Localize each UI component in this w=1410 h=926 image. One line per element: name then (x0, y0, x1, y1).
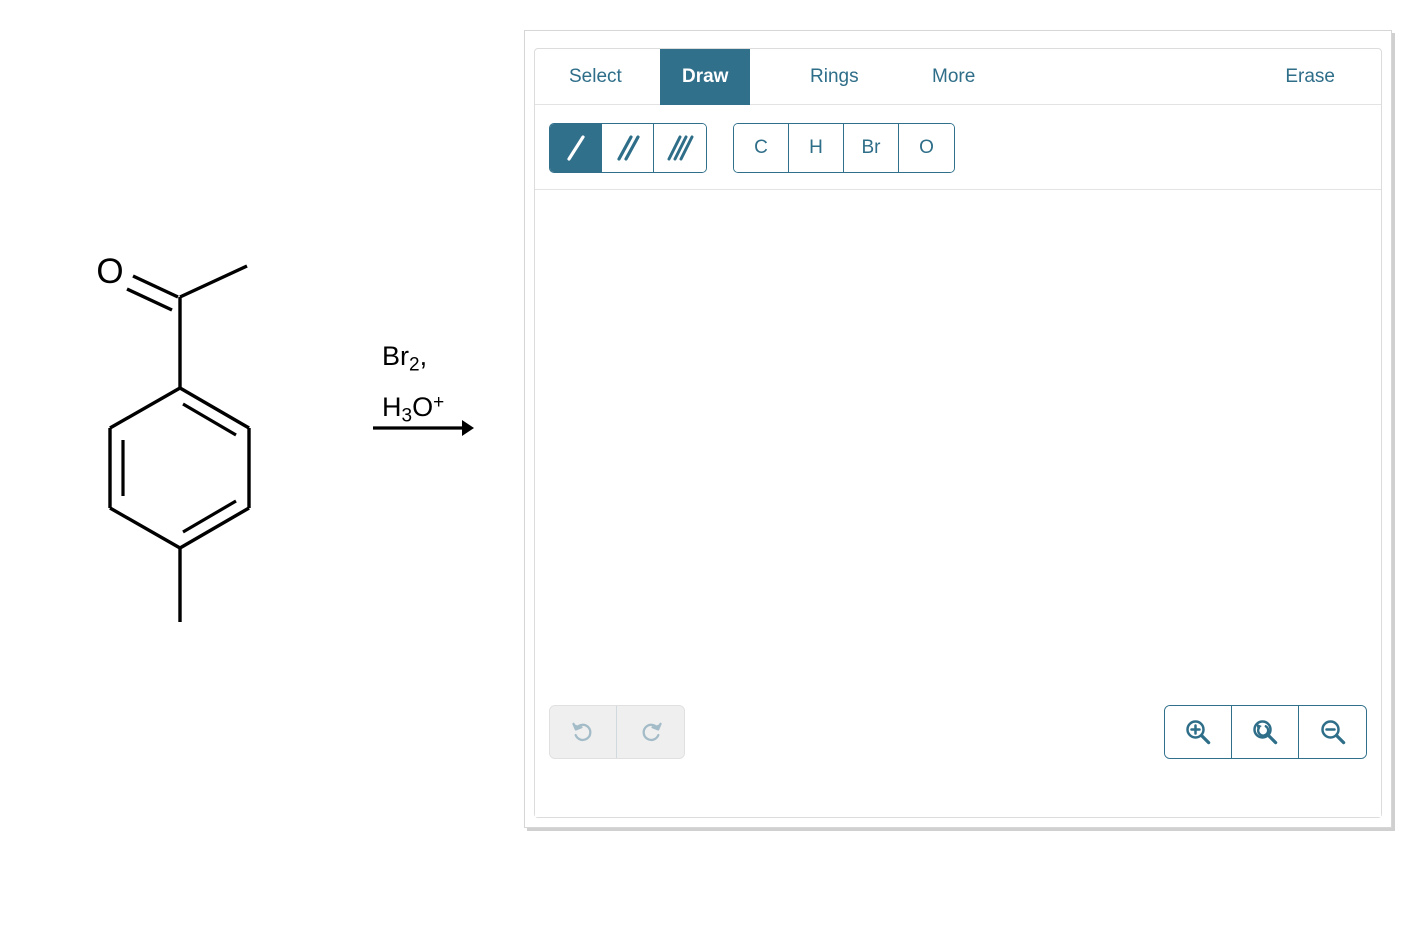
undo-icon (572, 722, 592, 742)
triple-bond-button[interactable] (654, 124, 706, 172)
methyl-bond (179, 264, 248, 299)
redo-icon (642, 722, 662, 742)
molecule-editor-panel: Select Draw Rings More Erase C H Br O (524, 30, 1392, 828)
editor-inner-frame: Select Draw Rings More Erase C H Br O (534, 48, 1382, 818)
benzene-inner-bonds (121, 402, 237, 534)
undo-button[interactable] (550, 706, 617, 758)
history-control-group (549, 705, 685, 759)
carbonyl-oxygen-glyph: O (96, 252, 123, 291)
editor-tab-strip: Select Draw Rings More Erase (535, 49, 1381, 105)
tab-erase[interactable]: Erase (1263, 49, 1357, 105)
single-bond-button[interactable] (550, 124, 602, 172)
tab-rings[interactable]: Rings (788, 49, 881, 105)
atom-tool-group: C H Br O (733, 123, 955, 173)
app-root: O O (0, 0, 1410, 926)
atom-button-h[interactable]: H (789, 124, 844, 172)
reaction-scheme-svg: O O (96, 252, 474, 622)
benzene-ring (108, 386, 251, 550)
zoom-in-icon (1186, 720, 1211, 745)
tab-select[interactable]: Select (547, 49, 644, 105)
zoom-reset-button[interactable] (1232, 706, 1299, 758)
redo-button[interactable] (617, 706, 684, 758)
zoom-control-group (1164, 705, 1367, 759)
zoom-reset-icon (1253, 720, 1278, 745)
zoom-out-icon (1320, 720, 1345, 745)
carbonyl-double-bond (126, 274, 179, 312)
zoom-in-button[interactable] (1165, 706, 1232, 758)
atom-button-c[interactable]: C (734, 124, 789, 172)
single-bond-icon (566, 135, 585, 161)
reaction-scheme: O O (0, 0, 520, 926)
atom-button-br[interactable]: Br (844, 124, 899, 172)
draw-tool-row: C H Br O (535, 105, 1381, 190)
double-bond-icon (616, 135, 640, 161)
drawing-canvas[interactable] (535, 191, 1381, 817)
reagent-line-2: H3O+ (382, 392, 445, 427)
reagent-conditions: Br2, H3O+ (382, 337, 512, 436)
zoom-out-button[interactable] (1299, 706, 1366, 758)
tab-more[interactable]: More (910, 49, 997, 105)
double-bond-button[interactable] (602, 124, 654, 172)
bond-tool-group (549, 123, 707, 173)
triple-bond-icon (667, 135, 694, 161)
atom-button-o[interactable]: O (899, 124, 954, 172)
tab-draw[interactable]: Draw (660, 49, 751, 105)
reagent-line-1: Br2, (382, 341, 428, 376)
